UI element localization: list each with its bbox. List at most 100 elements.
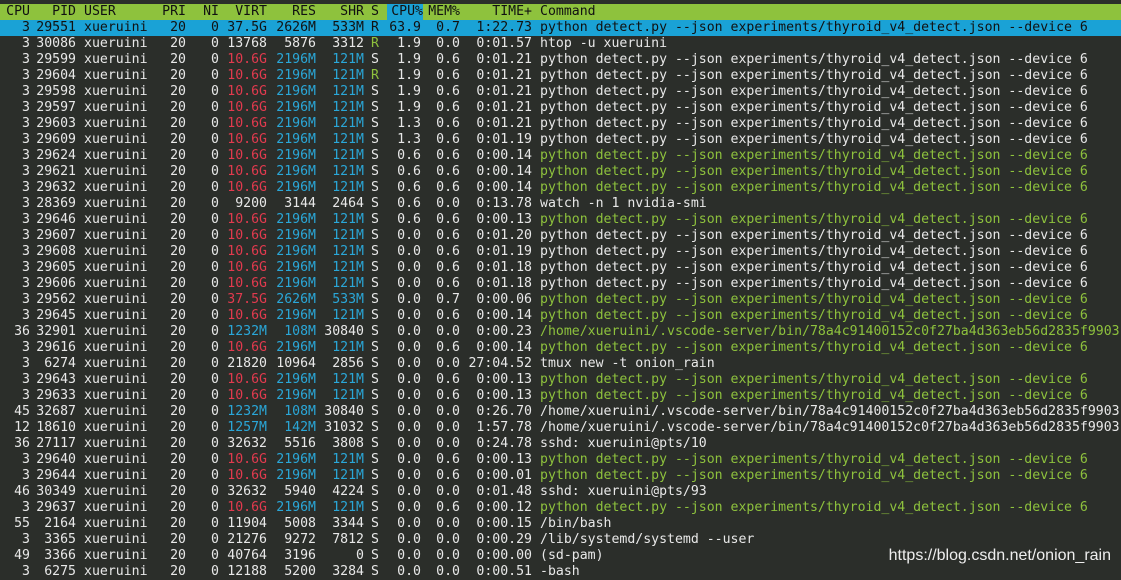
cell-res: 2196M bbox=[276, 244, 316, 259]
header-user[interactable]: USER bbox=[84, 4, 156, 20]
cell-user: xueruini bbox=[84, 132, 148, 147]
cell-virt: 32632 bbox=[227, 436, 267, 451]
cell-pri: 20 bbox=[170, 564, 186, 579]
cell-user: xueruini bbox=[84, 20, 148, 35]
cell-cpu-pct: 0.6 bbox=[397, 164, 421, 179]
process-row[interactable]: 3 29599 xueruini 20 0 10.6G 2196M 121M S 1.9 0.6 0:… bbox=[0, 52, 1121, 68]
cell-time: 0:01.19 bbox=[476, 244, 532, 259]
process-list: 3 29551 xueruini 20 0 37.5G 2626M 533M R 63.9 0.7 1… bbox=[0, 20, 1121, 580]
header-mem-percent[interactable]: MEM% bbox=[421, 4, 460, 20]
process-row[interactable]: 3 29598 xueruini 20 0 10.6G 2196M 121M S 1.9 0.6 0:… bbox=[0, 84, 1121, 100]
process-row[interactable]: 3 29616 xueruini 20 0 10.6G 2196M 121M S 0.0 0.6 0:… bbox=[0, 340, 1121, 356]
cell-shr: 121M bbox=[332, 100, 364, 115]
cell-pid: 2164 bbox=[44, 516, 76, 531]
process-row[interactable]: 3 6275 xueruini 20 0 12188 5200 3284 S 0.0 0.0 0:00… bbox=[0, 564, 1121, 580]
process-row[interactable]: 3 29551 xueruini 20 0 37.5G 2626M 533M R 63.9 0.7 1… bbox=[0, 20, 1121, 36]
cell-virt: 10.6G bbox=[227, 148, 267, 163]
process-row[interactable]: 3 29562 xueruini 20 0 37.5G 2626M 533M S 0.0 0.7 0:… bbox=[0, 292, 1121, 308]
process-row[interactable]: 55 2164 xueruini 20 0 11904 5008 3344 S 0.0 0.0 0:0… bbox=[0, 516, 1121, 532]
cell-command: python detect.py --json experiments/thyr… bbox=[540, 372, 1088, 387]
cell-pid: 29597 bbox=[36, 100, 76, 115]
cell-pri: 20 bbox=[170, 404, 186, 419]
cell-user: xueruini bbox=[84, 52, 148, 67]
cell-user: xueruini bbox=[84, 564, 148, 579]
process-row[interactable]: 36 27117 xueruini 20 0 32632 5516 3808 S 0.0 0.0 0:… bbox=[0, 436, 1121, 452]
cell-pri: 20 bbox=[170, 52, 186, 67]
process-row[interactable]: 3 29604 xueruini 20 0 10.6G 2196M 121M R 1.9 0.6 0:… bbox=[0, 68, 1121, 84]
process-row[interactable]: 3 29608 xueruini 20 0 10.6G 2196M 121M S 0.0 0.6 0:… bbox=[0, 244, 1121, 260]
cell-pri: 20 bbox=[170, 68, 186, 83]
header-res[interactable]: RES bbox=[267, 4, 316, 20]
cell-user: xueruini bbox=[84, 356, 148, 371]
process-row[interactable]: 3 29640 xueruini 20 0 10.6G 2196M 121M S 0.0 0.6 0:… bbox=[0, 452, 1121, 468]
cell-res: 2196M bbox=[276, 388, 316, 403]
cell-s: S bbox=[371, 292, 379, 307]
cell-cpu: 3 bbox=[22, 164, 30, 179]
process-row[interactable]: 3 29605 xueruini 20 0 10.6G 2196M 121M S 0.0 0.6 0:… bbox=[0, 260, 1121, 276]
cell-cpu-pct: 0.0 bbox=[397, 500, 421, 515]
process-row[interactable]: 3 29606 xueruini 20 0 10.6G 2196M 121M S 0.0 0.6 0:… bbox=[0, 276, 1121, 292]
cell-ni: 0 bbox=[211, 548, 219, 563]
cell-shr: 121M bbox=[332, 452, 364, 467]
process-row[interactable]: 12 18610 xueruini 20 0 1257M 142M 31032 S 0.0 0.0 1… bbox=[0, 420, 1121, 436]
header-cpu[interactable]: CPU bbox=[0, 4, 30, 20]
cell-s: R bbox=[371, 68, 379, 83]
cell-s: S bbox=[371, 308, 379, 323]
process-row[interactable]: 3 29624 xueruini 20 0 10.6G 2196M 121M S 0.6 0.6 0:… bbox=[0, 148, 1121, 164]
process-row[interactable]: 3 29609 xueruini 20 0 10.6G 2196M 121M S 1.3 0.6 0:… bbox=[0, 132, 1121, 148]
process-row[interactable]: 3 29632 xueruini 20 0 10.6G 2196M 121M S 0.6 0.6 0:… bbox=[0, 180, 1121, 196]
cell-pri: 20 bbox=[170, 500, 186, 515]
cell-s: S bbox=[371, 356, 379, 371]
process-row[interactable]: 3 29603 xueruini 20 0 10.6G 2196M 121M S 1.3 0.6 0:… bbox=[0, 116, 1121, 132]
cell-ni: 0 bbox=[211, 20, 219, 35]
process-row[interactable]: 3 29621 xueruini 20 0 10.6G 2196M 121M S 0.6 0.6 0:… bbox=[0, 164, 1121, 180]
cell-ni: 0 bbox=[211, 308, 219, 323]
cell-cpu-pct: 1.9 bbox=[397, 68, 421, 83]
cell-time: 0:01.21 bbox=[476, 100, 532, 115]
header-command[interactable]: Command bbox=[540, 4, 1121, 20]
cell-ni: 0 bbox=[211, 436, 219, 451]
process-row[interactable]: 3 30086 xueruini 20 0 13768 5876 3312 R 1.9 0.0 0:0… bbox=[0, 36, 1121, 52]
cell-time: 1:22.73 bbox=[476, 20, 532, 35]
header-cpu-percent[interactable]: CPU% bbox=[387, 4, 423, 20]
process-row[interactable]: 3 3365 xueruini 20 0 21276 9272 7812 S 0.0 0.0 0:00… bbox=[0, 532, 1121, 548]
process-row[interactable]: 3 6274 xueruini 20 0 21820 10964 2856 S 0.0 0.0 27:… bbox=[0, 356, 1121, 372]
cell-res: 142M bbox=[284, 420, 316, 435]
cell-res: 2196M bbox=[276, 468, 316, 483]
process-row[interactable]: 3 29643 xueruini 20 0 10.6G 2196M 121M S 0.0 0.6 0:… bbox=[0, 372, 1121, 388]
process-row[interactable]: 3 29633 xueruini 20 0 10.6G 2196M 121M S 0.0 0.6 0:… bbox=[0, 388, 1121, 404]
process-row[interactable]: 3 29646 xueruini 20 0 10.6G 2196M 121M S 0.6 0.6 0:… bbox=[0, 212, 1121, 228]
cell-pri: 20 bbox=[170, 516, 186, 531]
cell-time: 0:01.57 bbox=[476, 36, 532, 51]
header-virt[interactable]: VIRT bbox=[219, 4, 267, 20]
header-shr[interactable]: SHR bbox=[316, 4, 364, 20]
cell-user: xueruini bbox=[84, 148, 148, 163]
header-pri[interactable]: PRI bbox=[156, 4, 186, 20]
cell-cpu: 3 bbox=[22, 260, 30, 275]
cell-res: 2196M bbox=[276, 260, 316, 275]
process-row[interactable]: 3 29607 xueruini 20 0 10.6G 2196M 121M S 0.0 0.6 0:… bbox=[0, 228, 1121, 244]
process-row[interactable]: 3 29645 xueruini 20 0 10.6G 2196M 121M S 0.0 0.6 0:… bbox=[0, 308, 1121, 324]
cell-command: python detect.py --json experiments/thyr… bbox=[540, 468, 1088, 483]
cell-ni: 0 bbox=[211, 228, 219, 243]
header-time[interactable]: TIME+ bbox=[460, 4, 532, 20]
process-row[interactable]: 3 29637 xueruini 20 0 10.6G 2196M 121M S 0.0 0.6 0:… bbox=[0, 500, 1121, 516]
header-state[interactable]: S bbox=[371, 4, 383, 20]
cell-shr: 121M bbox=[332, 372, 364, 387]
header-ni[interactable]: NI bbox=[186, 4, 219, 20]
cell-pid: 30349 bbox=[36, 484, 76, 499]
cell-s: S bbox=[371, 52, 379, 67]
cell-cpu: 3 bbox=[22, 500, 30, 515]
process-row[interactable]: 45 32687 xueruini 20 0 1232M 108M 30840 S 0.0 0.0 0… bbox=[0, 404, 1121, 420]
process-row[interactable]: 46 30349 xueruini 20 0 32632 5940 4224 S 0.0 0.0 0:… bbox=[0, 484, 1121, 500]
cell-cpu: 3 bbox=[22, 564, 30, 579]
process-row[interactable]: 3 29644 xueruini 20 0 10.6G 2196M 121M S 0.0 0.6 0:… bbox=[0, 468, 1121, 484]
process-row[interactable]: 3 28369 xueruini 20 0 9200 3144 2464 S 0.6 0.0 0:13… bbox=[0, 196, 1121, 212]
header-pid[interactable]: PID bbox=[30, 4, 76, 20]
cell-mem-pct: 0.0 bbox=[436, 196, 460, 211]
process-row[interactable]: 36 32901 xueruini 20 0 1232M 108M 30840 S 0.0 0.0 0… bbox=[0, 324, 1121, 340]
cell-pid: 29632 bbox=[36, 180, 76, 195]
process-row[interactable]: 3 29597 xueruini 20 0 10.6G 2196M 121M S 1.9 0.6 0:… bbox=[0, 100, 1121, 116]
cell-ni: 0 bbox=[211, 292, 219, 307]
cell-pid: 29598 bbox=[36, 84, 76, 99]
